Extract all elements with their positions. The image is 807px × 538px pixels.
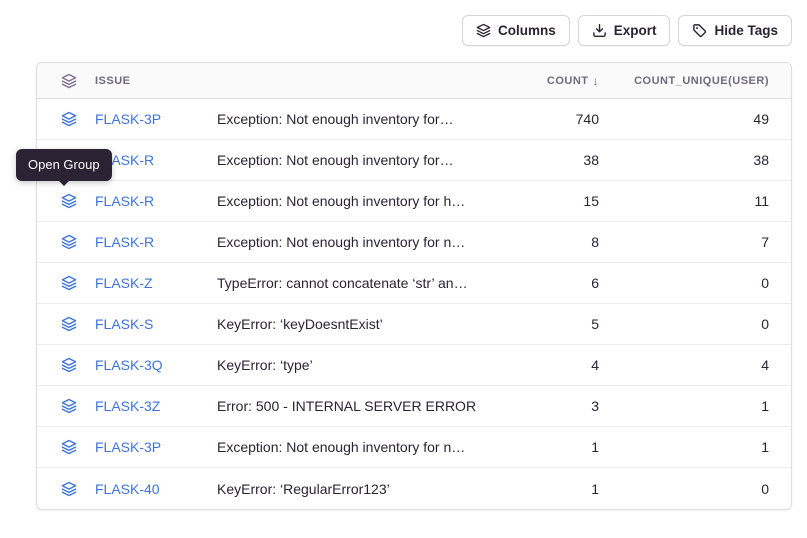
count-unique-value: 1	[761, 398, 769, 414]
issues-table: ISSUE COUNT ↓ COUNT_UNIQUE(USER) FLASK-3…	[36, 62, 792, 510]
columns-button[interactable]: Columns	[462, 15, 570, 46]
open-group-icon[interactable]	[61, 193, 95, 209]
count-unique-value: 1	[761, 439, 769, 455]
table-row: FLASK-3Q KeyError: ‘type’ 4 4	[37, 345, 791, 386]
table-row: FLASK-R Exception: Not enough inventory …	[37, 140, 791, 181]
issue-link[interactable]: FLASK-3P	[95, 111, 217, 127]
download-icon	[592, 23, 607, 38]
issue-link[interactable]: FLASK-3P	[95, 439, 217, 455]
open-group-icon[interactable]	[61, 316, 95, 332]
layers-icon	[476, 23, 491, 38]
open-group-icon[interactable]	[61, 234, 95, 250]
issue-title: Exception: Not enough inventory for h…	[217, 193, 489, 209]
count-unique-value: 0	[761, 481, 769, 497]
issue-link[interactable]: FLASK-Z	[95, 275, 217, 291]
issue-title: Exception: Not enough inventory for…	[217, 111, 489, 127]
tag-icon	[692, 23, 707, 38]
issue-title: TypeError: cannot concatenate ‘str’ an…	[217, 275, 489, 291]
count-value: 5	[591, 316, 599, 332]
count-unique-value: 0	[761, 316, 769, 332]
table-row: FLASK-40 KeyError: ‘RegularError123’ 1 0	[37, 468, 791, 509]
table-toolbar: Columns Export Hide Tags	[462, 15, 792, 46]
issue-title: Error: 500 - INTERNAL SERVER ERROR	[217, 398, 489, 414]
table-row: FLASK-S KeyError: ‘keyDoesntExist’ 5 0	[37, 304, 791, 345]
open-group-tooltip: Open Group	[16, 149, 112, 181]
count-value: 3	[591, 398, 599, 414]
issue-title: Exception: Not enough inventory for…	[217, 152, 489, 168]
table-row: FLASK-R Exception: Not enough inventory …	[37, 222, 791, 263]
table-row: FLASK-3P Exception: Not enough inventory…	[37, 99, 791, 140]
count-unique-value: 7	[761, 234, 769, 250]
count-unique-column-header[interactable]: COUNT_UNIQUE(USER)	[634, 75, 769, 87]
issue-column-header[interactable]: ISSUE	[95, 75, 489, 87]
columns-button-label: Columns	[498, 23, 556, 38]
issue-link[interactable]: FLASK-R	[95, 193, 217, 209]
count-value: 1	[591, 481, 599, 497]
issue-title: Exception: Not enough inventory for n…	[217, 234, 489, 250]
issue-title: KeyError: ‘keyDoesntExist’	[217, 316, 489, 332]
issue-title: KeyError: ‘type’	[217, 357, 489, 373]
count-value: 1	[591, 439, 599, 455]
issue-title: Exception: Not enough inventory for n…	[217, 439, 489, 455]
layers-icon	[61, 73, 77, 89]
open-group-icon[interactable]	[61, 111, 95, 127]
count-unique-value: 4	[761, 357, 769, 373]
hide-tags-button-label: Hide Tags	[714, 23, 778, 38]
open-group-icon[interactable]	[61, 275, 95, 291]
count-column-header[interactable]: COUNT ↓	[547, 74, 599, 88]
count-value: 8	[591, 234, 599, 250]
issue-link[interactable]: FLASK-40	[95, 481, 217, 497]
export-button-label: Export	[614, 23, 657, 38]
open-group-icon[interactable]	[61, 398, 95, 414]
count-value: 4	[591, 357, 599, 373]
issue-link[interactable]: FLASK-R	[95, 152, 217, 168]
table-row: FLASK-3P Exception: Not enough inventory…	[37, 427, 791, 468]
count-value: 15	[583, 193, 599, 209]
table-row: FLASK-R Exception: Not enough inventory …	[37, 181, 791, 222]
issue-title: KeyError: ‘RegularError123’	[217, 481, 489, 497]
open-group-icon[interactable]	[61, 481, 95, 497]
issue-link[interactable]: FLASK-3Z	[95, 398, 217, 414]
table-row: FLASK-3Z Error: 500 - INTERNAL SERVER ER…	[37, 386, 791, 427]
count-unique-value: 38	[753, 152, 769, 168]
issue-link[interactable]: FLASK-R	[95, 234, 217, 250]
arrow-down-icon: ↓	[593, 74, 600, 88]
count-unique-value: 49	[753, 111, 769, 127]
count-value: 740	[576, 111, 599, 127]
table-row: FLASK-Z TypeError: cannot concatenate ‘s…	[37, 263, 791, 304]
issue-link[interactable]: FLASK-S	[95, 316, 217, 332]
hide-tags-button[interactable]: Hide Tags	[678, 15, 792, 46]
count-unique-value: 0	[761, 275, 769, 291]
count-value: 38	[583, 152, 599, 168]
discover-results-page: Columns Export Hide Tags ISSUE COUNT ↓ C…	[0, 0, 807, 538]
open-group-icon[interactable]	[61, 357, 95, 373]
table-header-row: ISSUE COUNT ↓ COUNT_UNIQUE(USER)	[37, 63, 791, 99]
count-value: 6	[591, 275, 599, 291]
count-unique-value: 11	[754, 193, 769, 209]
issue-link[interactable]: FLASK-3Q	[95, 357, 217, 373]
export-button[interactable]: Export	[578, 15, 671, 46]
count-header-label: COUNT	[547, 75, 589, 87]
open-group-icon[interactable]	[61, 439, 95, 455]
